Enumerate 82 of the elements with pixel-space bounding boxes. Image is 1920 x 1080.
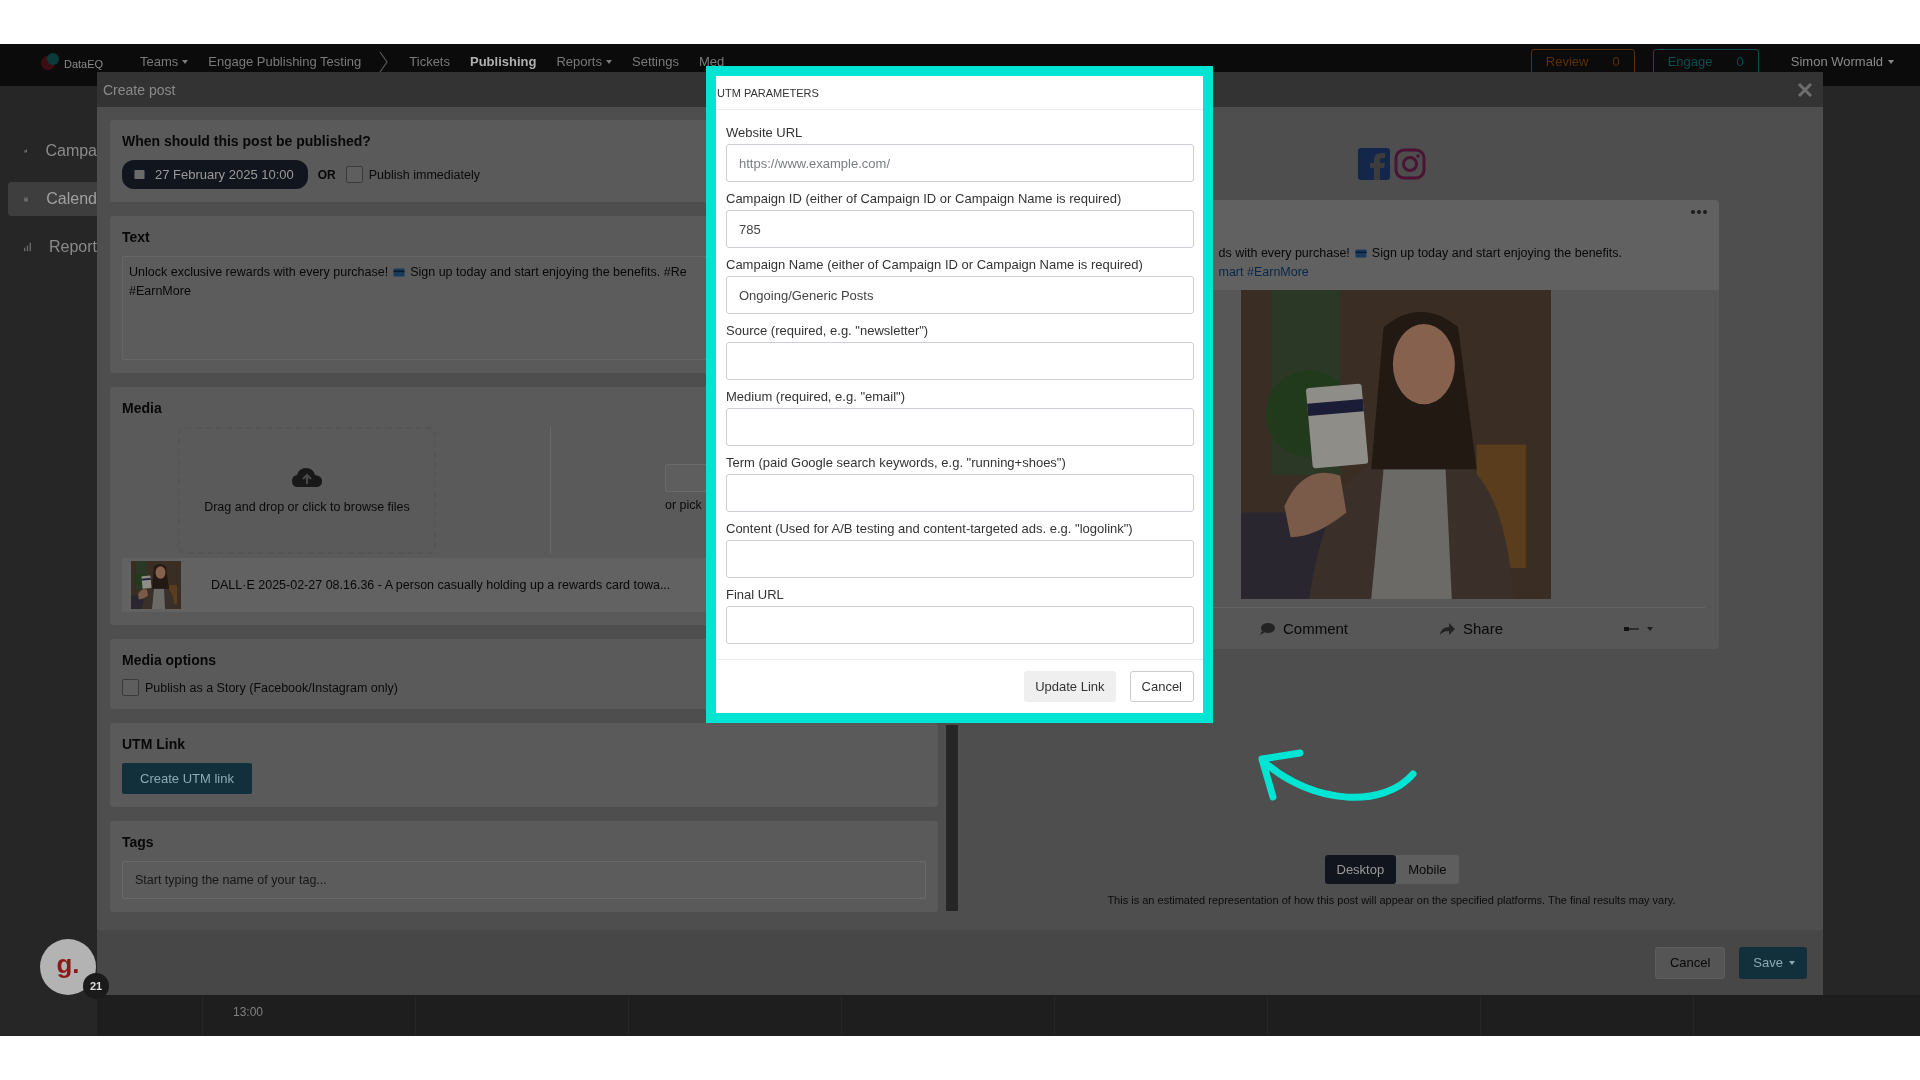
nav-link[interactable]: Reports <box>556 52 612 69</box>
save-button[interactable]: Save <box>1739 946 1807 979</box>
nav-link[interactable]: Med <box>698 52 725 69</box>
scrollbar[interactable] <box>946 725 958 911</box>
checkbox-label: Publish immediately <box>368 167 480 182</box>
facebook-icon <box>1357 148 1390 180</box>
hashtag-link[interactable]: mart #EarnMore <box>1218 263 1309 282</box>
section-title: Text <box>122 229 150 245</box>
caret-icon <box>182 59 189 64</box>
close-icon[interactable] <box>1797 81 1813 98</box>
dialog-title: Create post <box>103 81 176 98</box>
sidebar-item[interactable]: Campa <box>8 134 97 168</box>
nav-link[interactable]: Teams <box>140 52 189 69</box>
date-button[interactable]: 27 February 2025 10:00 <box>122 160 308 189</box>
cloud-upload-icon <box>291 467 323 488</box>
cancel-button[interactable]: Cancel <box>1654 946 1726 979</box>
credit-card-icon <box>393 268 406 277</box>
comment-icon <box>1259 621 1276 636</box>
drop-zone[interactable]: Drag and drop or click to browse files <box>178 427 436 554</box>
input-field[interactable]: 785 <box>726 210 1194 248</box>
field-label: Content (Used for A/B testing and content-targeted ads. e.g. "logolink") <box>726 521 1134 537</box>
input-field[interactable] <box>726 540 1194 578</box>
user-menu[interactable]: Simon Wormald <box>1790 54 1894 69</box>
pick-text: or pick <box>665 498 703 512</box>
input-field[interactable] <box>726 474 1194 512</box>
section-title: Media options <box>122 652 217 668</box>
field-label: Campaign ID (either of Campaign ID or Campaign Name is required) <box>726 191 1123 207</box>
time-label: 13:00 <box>232 1004 265 1019</box>
nav-link[interactable]: Tickets <box>409 52 450 69</box>
input-field[interactable] <box>726 342 1194 380</box>
section-title: UTM Link <box>122 736 185 752</box>
chevron-icon <box>379 50 390 73</box>
instagram-icon <box>1393 148 1426 180</box>
caret-icon <box>1647 626 1653 631</box>
or-label: OR <box>317 167 336 182</box>
reaction-icon <box>1624 625 1639 632</box>
more-icon[interactable] <box>1690 210 1707 214</box>
post-text: Sign up today and start enjoying the benefits. <box>1371 245 1622 262</box>
dialog-title: UTM PARAMETERS <box>717 86 819 99</box>
tag-input-field[interactable]: Start typing the name of your tag... <box>122 861 926 899</box>
disclaimer-text: This is an estimated representation of how this post will appear on the specified platforms. The final results may vary. <box>1107 894 1676 906</box>
bar-chart-icon <box>24 241 31 253</box>
input-field[interactable]: Ongoing/Generic Posts <box>726 276 1194 314</box>
credit-card-icon <box>1354 249 1367 258</box>
post-text: Sign up today and start enjoying the benefits. #Re <box>410 264 687 281</box>
post-text: Unlock exclusive rewards with every purchase! <box>129 264 389 281</box>
create-utm-button[interactable]: Create UTM link <box>122 763 252 794</box>
nav-link[interactable]: Engage Publishing Testing <box>208 52 390 69</box>
sidebar-item[interactable]: Report <box>8 230 97 264</box>
brand-name: DataEQ <box>64 58 104 70</box>
section-title: When should this post be published? <box>122 133 371 149</box>
logo-icon <box>40 52 60 70</box>
nav-link[interactable]: Settings <box>632 52 679 69</box>
field-label: Website URL <box>726 125 804 141</box>
post-text: ds with every purchase! <box>1218 245 1350 262</box>
input-field[interactable] <box>726 408 1194 446</box>
dropzone-text: Drag and drop or click to browse files <box>204 500 410 514</box>
update-link-button[interactable]: Update Link <box>1024 671 1116 702</box>
post-text: #EarnMore <box>129 283 191 300</box>
checkbox-label: Publish as a Story (Facebook/Instagram only) <box>145 680 398 695</box>
nav-link[interactable]: Publishing <box>470 52 537 69</box>
section-title: Media <box>122 400 162 416</box>
input-field[interactable] <box>726 606 1194 644</box>
caret-icon <box>606 59 612 64</box>
caret-icon <box>1789 960 1795 965</box>
field-label: Term (paid Google search keywords, e.g. "running+shoes") <box>726 455 1067 471</box>
share-icon <box>1439 621 1456 636</box>
field-label: Final URL <box>726 587 785 603</box>
caret-icon <box>1888 59 1894 64</box>
view-toggle[interactable]: Mobile <box>1396 855 1459 884</box>
section-title: Tags <box>122 834 154 850</box>
post-action[interactable]: Comment <box>1259 620 1348 637</box>
input-field[interactable]: https://www.example.com/ <box>726 144 1194 182</box>
file-name: DALL·E 2025-02-27 08.16.36 - A person casually holding up a rewards card towa... <box>211 578 671 592</box>
reaction-selector[interactable] <box>1624 625 1653 632</box>
sidebar-item[interactable]: Calend <box>8 182 97 216</box>
cancel-button[interactable]: Cancel <box>1129 671 1194 702</box>
checkbox[interactable] <box>122 679 139 696</box>
view-toggle[interactable]: Desktop <box>1324 855 1397 884</box>
post-action[interactable]: Share <box>1439 620 1503 637</box>
checkbox[interactable] <box>345 166 363 183</box>
field-label: Medium (required, e.g. "email") <box>726 389 907 405</box>
